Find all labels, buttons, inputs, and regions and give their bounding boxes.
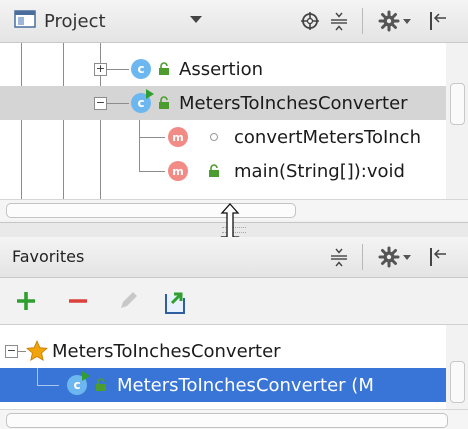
project-panel-header: Project: [0, 0, 468, 43]
tree-node-meterstoinchesconverter[interactable]: − c MetersToInchesConverter: [0, 86, 468, 120]
target-icon[interactable]: [300, 11, 320, 31]
gear-icon[interactable]: [378, 10, 400, 32]
lock-icon: [159, 96, 169, 109]
lock-icon: [96, 378, 106, 391]
project-view-label: Project: [44, 10, 106, 32]
tree-guide-line: [37, 368, 38, 386]
toolbar-separator: [362, 8, 363, 34]
hide-panel-icon[interactable]: [428, 246, 448, 268]
favorites-toolbar: [0, 278, 468, 325]
tree-node-label: MetersToInchesConverter (M: [117, 374, 374, 396]
horizontal-scrollbar[interactable]: [0, 409, 468, 429]
class-icon: c: [131, 59, 151, 79]
remove-icon[interactable]: [66, 289, 90, 313]
tree-node-label: MetersToInchesConverter: [52, 340, 281, 362]
project-tree[interactable]: + c Assertion − c MetersToInchesConverte…: [0, 43, 468, 220]
tree-node-label: Assertion: [179, 58, 264, 80]
lock-icon: [209, 164, 219, 177]
collapse-toggle-icon[interactable]: −: [5, 345, 18, 358]
run-marker-icon: [146, 89, 154, 99]
visibility-icon: [210, 133, 218, 141]
project-view-selector[interactable]: Project: [14, 8, 106, 34]
toolbar-separator: [362, 244, 363, 270]
horizontal-scrollbar-thumb[interactable]: [6, 413, 448, 428]
vertical-scrollbar-thumb[interactable]: [450, 361, 465, 403]
edit-icon[interactable]: [116, 289, 140, 313]
expand-toggle-icon[interactable]: +: [94, 63, 107, 76]
tree-node-convertmeterstoinch[interactable]: m convertMetersToInch: [0, 120, 468, 154]
vertical-scrollbar[interactable]: [446, 325, 468, 409]
add-icon[interactable]: [14, 289, 38, 313]
vertical-scrollbar-thumb[interactable]: [450, 83, 465, 125]
navigate-icon[interactable]: [162, 286, 190, 316]
collapse-all-icon[interactable]: [329, 247, 349, 267]
method-icon: m: [168, 161, 188, 181]
favorites-panel-title: Favorites: [12, 247, 85, 266]
gear-dropdown-chevron-icon[interactable]: [403, 19, 411, 24]
project-view-icon: [14, 9, 36, 34]
chevron-down-icon[interactable]: [190, 16, 202, 23]
tree-node-assertion[interactable]: + c Assertion: [0, 52, 468, 86]
gear-dropdown-chevron-icon[interactable]: [403, 255, 411, 260]
tree-node-label: main(String[]):void: [234, 160, 405, 182]
favorites-item-meterstoinchesconverter[interactable]: c MetersToInchesConverter (M: [0, 368, 468, 402]
hide-panel-icon[interactable]: [428, 10, 448, 32]
tree-node-label: convertMetersToInch: [234, 126, 421, 148]
tree-guide-line: [107, 69, 129, 70]
collapse-toggle-icon[interactable]: −: [94, 97, 107, 110]
tree-guide-line: [139, 171, 165, 172]
star-icon: [26, 340, 48, 362]
tree-guide-line: [139, 137, 165, 138]
favorites-tree[interactable]: − MetersToInchesConverter c MetersToInch…: [0, 325, 468, 429]
horizontal-scrollbar-thumb[interactable]: [6, 203, 296, 218]
favorites-panel-header: Favorites: [0, 237, 468, 278]
gear-icon[interactable]: [378, 246, 400, 268]
tree-guide-line: [139, 154, 140, 172]
tree-guide-line: [37, 385, 59, 386]
favorites-list-node[interactable]: − MetersToInchesConverter: [0, 334, 468, 368]
tree-node-main[interactable]: m main(String[]):void: [0, 154, 468, 188]
vertical-scrollbar[interactable]: [446, 43, 468, 199]
method-icon: m: [168, 127, 188, 147]
run-marker-icon: [82, 371, 90, 381]
lock-icon: [159, 62, 169, 75]
tree-guide-line: [18, 351, 26, 352]
tree-node-label: MetersToInchesConverter: [179, 92, 408, 114]
collapse-all-icon[interactable]: [329, 11, 349, 31]
tree-guide-line: [107, 103, 129, 104]
